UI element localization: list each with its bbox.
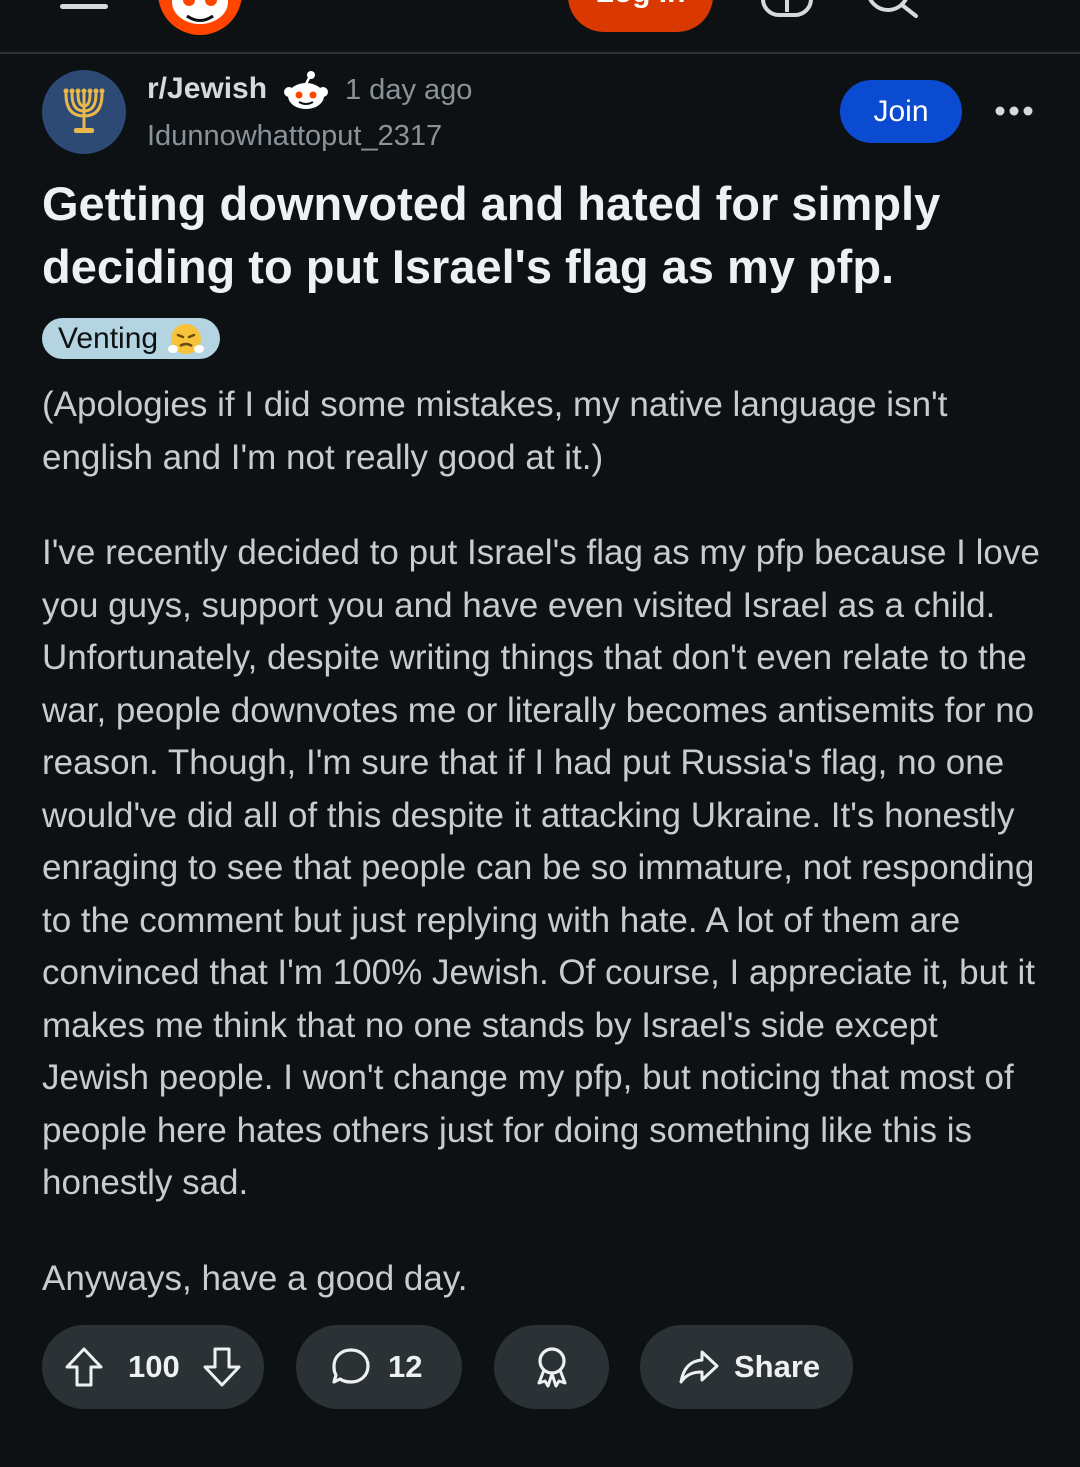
vote-control: 100 <box>42 1325 264 1409</box>
body-paragraph-2: I've recently decided to put Israel's fl… <box>42 533 1040 1202</box>
post-body: (Apologies if I did some mistakes, my na… <box>42 379 1042 1348</box>
award-icon <box>537 1347 566 1388</box>
post-author-link[interactable]: Idunnowhattoput_2317 <box>147 120 442 153</box>
more-options-icon[interactable] <box>994 98 1034 124</box>
subreddit-name-link[interactable]: r/Jewish <box>147 72 267 106</box>
flair-label: Venting <box>58 321 159 355</box>
snoo-icon <box>284 71 328 109</box>
reddit-logo-icon[interactable] <box>157 0 243 36</box>
share-button[interactable]: Share <box>640 1325 853 1409</box>
search-icon[interactable] <box>864 0 920 18</box>
share-arrow-icon <box>679 1350 719 1384</box>
award-button[interactable] <box>494 1325 609 1409</box>
comment-count: 12 <box>388 1349 423 1384</box>
menorah-icon <box>63 88 105 133</box>
upvote-arrow-icon[interactable] <box>64 1346 104 1388</box>
join-button[interactable]: Join <box>840 80 962 143</box>
log-in-button[interactable]: Log In <box>568 0 713 32</box>
downvote-arrow-icon[interactable] <box>202 1346 242 1388</box>
body-paragraph-1: (Apologies if I did some mistakes, my na… <box>42 385 948 477</box>
post-timestamp: 1 day ago <box>345 74 473 106</box>
comments-button[interactable]: 12 <box>296 1325 462 1409</box>
comment-bubble-icon <box>332 1348 370 1384</box>
steam-nose-face-icon <box>168 323 205 354</box>
subreddit-avatar[interactable] <box>42 70 126 154</box>
share-label: Share <box>734 1349 821 1384</box>
vote-count: 100 <box>128 1349 180 1384</box>
chat-icon[interactable] <box>760 0 814 18</box>
body-paragraph-3: Anyways, have a good day. <box>42 1258 468 1298</box>
post-flair-badge[interactable]: Venting <box>42 318 221 359</box>
hamburger-menu-icon[interactable] <box>60 0 110 12</box>
top-navigation-bar: Log In <box>0 0 1080 54</box>
post-title[interactable]: Getting downvoted and hated for simply d… <box>42 172 1032 298</box>
